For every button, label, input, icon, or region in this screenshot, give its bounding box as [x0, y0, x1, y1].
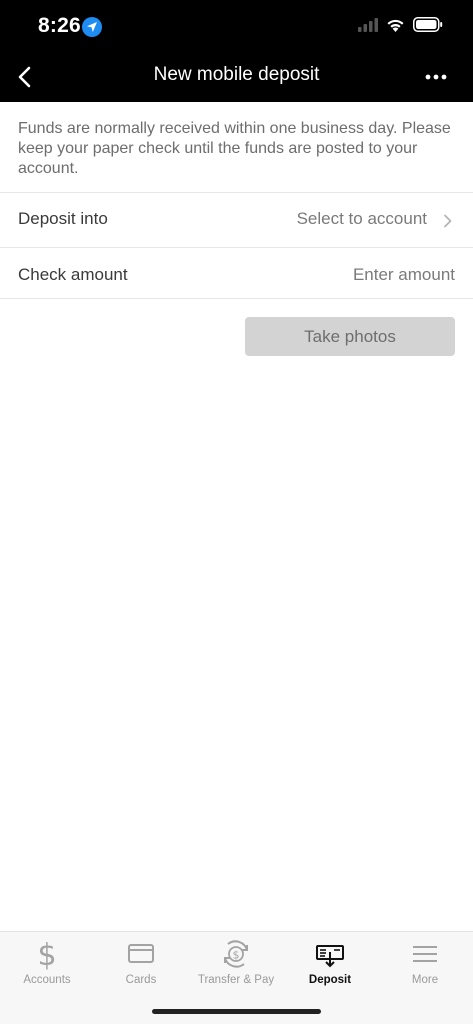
screen: 8:26 New mobile deposit Funds are normal…: [0, 0, 473, 1024]
transfer-icon: $: [224, 940, 248, 968]
tab-label: Accounts: [23, 974, 71, 986]
tab-accounts[interactable]: $ Accounts: [0, 938, 94, 994]
status-time: 8:26: [38, 14, 81, 37]
location-arrow-icon: [82, 17, 102, 37]
tab-cards[interactable]: Cards: [94, 938, 188, 994]
card-icon: [128, 944, 154, 963]
divider: [0, 247, 473, 248]
status-icons: [358, 17, 443, 37]
dollar-icon: $: [37, 938, 56, 970]
tab-more[interactable]: More: [378, 938, 472, 994]
svg-text:$: $: [233, 949, 240, 962]
tab-label: Deposit: [308, 974, 352, 986]
home-indicator[interactable]: [152, 1009, 321, 1014]
page-title: New mobile deposit: [153, 64, 320, 85]
ellipsis-icon: [425, 74, 447, 80]
svg-text:$: $: [37, 938, 56, 970]
tab-label: Transfer & Pay: [197, 974, 275, 986]
funds-info-text: Funds are normally received within one b…: [18, 120, 451, 177]
tab-label: More: [411, 974, 439, 986]
header: 8:26 New mobile deposit: [0, 0, 473, 102]
wifi-icon: [386, 18, 405, 37]
deposit-into-label: Deposit into: [18, 209, 108, 228]
account-selector[interactable]: Select to account: [297, 209, 427, 229]
check-amount-row: Check amount Enter amount: [0, 249, 473, 303]
chevron-right-icon: [444, 214, 452, 228]
tab-transfer-pay[interactable]: $ Transfer & Pay: [189, 938, 283, 994]
check-amount-label: Check amount: [18, 265, 128, 284]
deposit-into-row[interactable]: Deposit into Select to account: [0, 193, 473, 247]
tab-label: Cards: [125, 974, 157, 986]
tab-deposit[interactable]: Deposit: [283, 938, 377, 994]
more-options-button[interactable]: [421, 64, 451, 90]
menu-icon: [413, 946, 437, 962]
take-photos-button[interactable]: Take photos: [245, 317, 455, 356]
amount-input[interactable]: Enter amount: [353, 265, 455, 285]
signal-icon: [358, 17, 378, 37]
divider: [0, 298, 473, 299]
battery-icon: [413, 17, 443, 37]
deposit-check-icon: [316, 945, 344, 968]
